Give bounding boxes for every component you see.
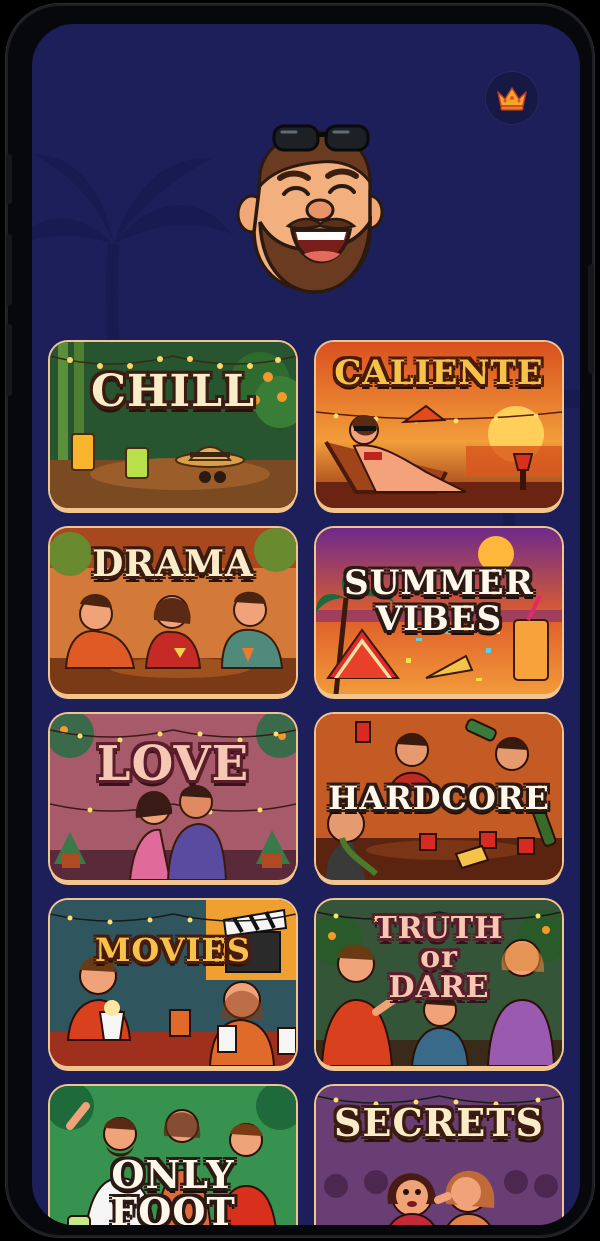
premium-crown-button[interactable] [486,72,538,124]
category-card-movies[interactable]: MOVIES [50,900,296,1066]
category-card-caliente[interactable]: CALIENTE [316,342,562,508]
category-card-hardcore[interactable]: HARDCORE [316,714,562,880]
category-card-secrets[interactable]: SECRETS [316,1086,562,1225]
category-title: DRAMA [92,543,254,585]
category-card-chill[interactable]: CHILL [50,342,296,508]
category-card-only-foot[interactable]: ONLY FOOT [50,1086,296,1225]
category-title: SUMMER VIBES [344,563,534,639]
category-title: CALIENTE [334,353,544,393]
category-title: LOVE [96,736,250,792]
category-title: ONLY FOOT [110,1152,236,1225]
category-card-summer-vibes[interactable]: SUMMER VIBES [316,528,562,694]
power-button [588,264,594,374]
crown-icon [497,87,527,111]
category-title: HARDCORE [328,779,550,817]
category-card-truth-or-dare[interactable]: TRUTH or DARE [316,900,562,1066]
phone-frame: CHILL CALIENTE DRAMA SUMMER VIBES LOVE H… [6,4,594,1237]
category-card-love[interactable]: LOVE [50,714,296,880]
movies-illustration [50,900,296,1066]
mute-switch [6,154,12,204]
category-title: SECRETS [334,1100,544,1145]
category-grid: CHILL CALIENTE DRAMA SUMMER VIBES LOVE H… [50,342,562,1225]
category-title: MOVIES [94,931,252,969]
app-screen: CHILL CALIENTE DRAMA SUMMER VIBES LOVE H… [32,24,580,1225]
mascot-avatar [236,124,384,294]
volume-down-button [6,324,12,396]
category-title: CHILL [90,366,256,417]
category-title: TRUTH or DARE [374,911,504,1005]
category-card-drama[interactable]: DRAMA [50,528,296,694]
volume-up-button [6,234,12,306]
